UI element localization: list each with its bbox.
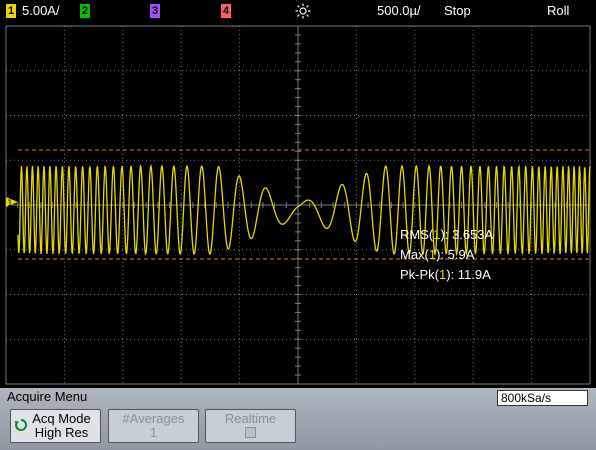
measurement-max: Max(1): 5.9A [400,247,475,262]
realtime-softkey[interactable]: Realtime [205,409,296,443]
channel-1-indicator[interactable]: 1 [6,4,16,18]
trigger-mode: Roll [547,3,570,18]
averages-softkey[interactable]: #Averages 1 [108,409,199,443]
acq-mode-softkey[interactable]: Acq Mode High Res [10,409,101,443]
timebase-scale: 500.0µ/ [377,3,421,18]
channel-1-trace [17,164,591,257]
status-bar: 1 5.00A/ 2 3 4 500.0µ/ Stop Roll [0,0,596,22]
softkey-menu: Acquire Menu 800kSa/s Acq Mode High Res … [0,388,596,450]
sample-rate-readout: 800kSa/s [497,390,588,406]
channel-3-indicator[interactable]: 3 [150,4,160,18]
measurement-pk-pk: Pk-Pk(1): 11.9A [400,267,491,282]
channel-1-scale: 5.00A/ [22,3,60,18]
realtime-label: Realtime [224,411,277,426]
averages-label: #Averages [122,411,185,426]
scope-display: 1 RMS(1): 3.653A Max(1): 5.9A Pk-Pk(1): … [0,22,596,388]
svg-text:1: 1 [7,199,13,209]
channel-4-indicator[interactable]: 4 [221,4,231,18]
measurement-rms: RMS(1): 3.653A [400,227,494,242]
channel-2-indicator[interactable]: 2 [80,4,90,18]
sun-icon [295,3,311,22]
graticule: 1 [5,25,591,385]
rotate-knob-icon [14,418,28,431]
channel-1-ground-marker: 1 [6,197,18,209]
menu-title: Acquire Menu [7,389,88,404]
run-state: Stop [444,3,471,18]
averages-value: 1 [149,425,158,440]
realtime-checkbox[interactable] [245,427,256,438]
